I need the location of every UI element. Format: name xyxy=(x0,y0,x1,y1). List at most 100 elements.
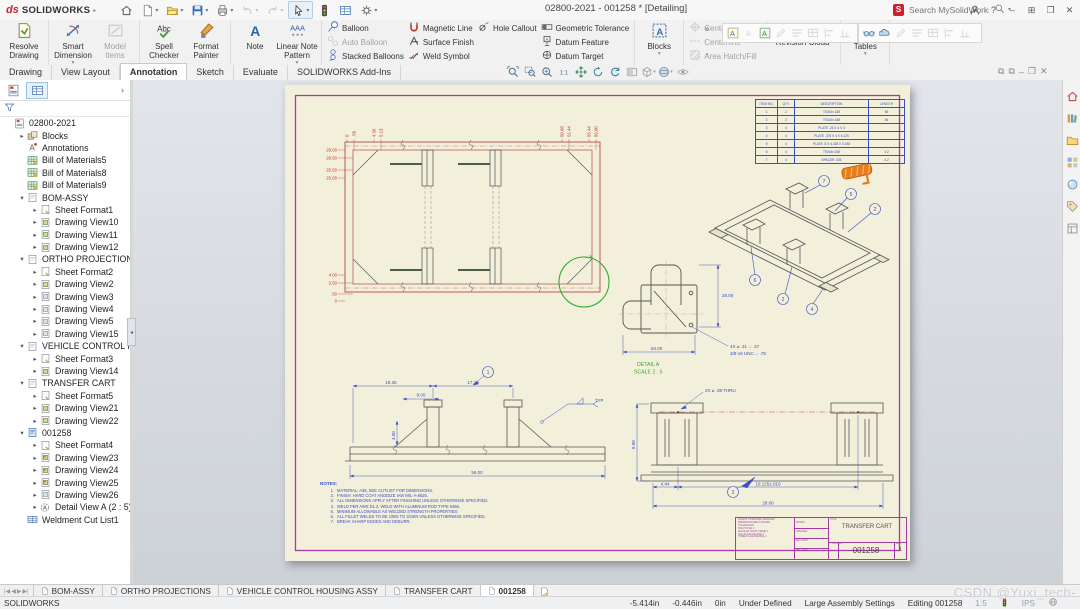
tree-item[interactable]: ▸ Drawing View14 xyxy=(0,365,130,377)
weld-symbol[interactable] xyxy=(541,398,598,423)
ribbon-button-linear-note[interactable]: AAA Linear NotePattern▾ xyxy=(276,21,318,67)
bom-row[interactable]: 12TS3x2x.18856 xyxy=(756,108,905,116)
status-assembly-mode[interactable]: Large Assembly Settings xyxy=(805,599,895,608)
tree-expander-icon[interactable]: ▸ xyxy=(30,280,40,288)
appearances-icon[interactable] xyxy=(1066,178,1079,191)
tree-item[interactable]: ▸ Blocks xyxy=(0,129,130,141)
minimize-button[interactable]: – xyxy=(1004,2,1021,18)
tree-item[interactable]: ▸ Drawing View21 xyxy=(0,402,130,414)
tree-expander-icon[interactable]: ▸ xyxy=(30,417,40,425)
home-button[interactable] xyxy=(117,2,136,18)
ribbon-button-format[interactable]: FormatPainter xyxy=(185,21,227,61)
panel-collapse-handle[interactable]: ◂ xyxy=(127,318,136,346)
zoom-to-fit-icon[interactable] xyxy=(505,65,520,79)
tree-item[interactable]: Weldment Cut List1 xyxy=(0,514,130,526)
options-button[interactable]: ▾ xyxy=(357,2,380,18)
ribbon-collapse-icon[interactable]: ˆ xyxy=(706,53,709,62)
ribbon-button-magnetic-line[interactable]: Magnetic Line xyxy=(406,21,476,35)
select-tool-button[interactable]: ▾ xyxy=(288,1,313,19)
tree-expander-icon[interactable]: ▸ xyxy=(30,392,40,400)
tree-expander-icon[interactable]: ▾ xyxy=(17,342,27,350)
note-format-green-icon[interactable]: A xyxy=(757,26,772,41)
svg-text:1[interactable]: 1 xyxy=(487,370,490,376)
ribbon-more-icon[interactable]: » xyxy=(705,24,709,33)
tree-expander-icon[interactable]: ▸ xyxy=(30,454,40,462)
tree-filter[interactable] xyxy=(0,101,130,117)
tree-item[interactable]: ▾ TRANSFER CART xyxy=(0,377,130,389)
ribbon-button-note[interactable]: A Note xyxy=(234,21,276,52)
svg-text:TYP[interactable]: TYP xyxy=(595,398,603,403)
tree-expander-icon[interactable]: ▸ xyxy=(30,441,40,449)
tree-item[interactable]: ▸ A Detail View A (2 : 5) xyxy=(0,501,130,513)
tree-item[interactable]: ▸ Drawing View15 xyxy=(0,328,130,340)
tab-evaluate[interactable]: Evaluate xyxy=(234,65,288,80)
tree-expander-icon[interactable]: ▸ xyxy=(30,305,40,313)
ribbon-button-area-hatch-fill[interactable]: Area Hatch/Fill xyxy=(687,49,758,63)
ribbon-button-blocks[interactable]: A Blocks▾ xyxy=(638,21,680,58)
ribbon-button-hole-callout[interactable]: Hole Callout xyxy=(476,21,539,35)
tree-expander-icon[interactable]: ▾ xyxy=(17,379,27,387)
tree-item[interactable]: A Annotations xyxy=(0,142,130,154)
mini-icon[interactable] xyxy=(925,26,940,41)
file-explorer-icon[interactable] xyxy=(1066,134,1079,147)
open-button[interactable]: ▾ xyxy=(163,2,186,18)
tree-expander-icon[interactable]: ▸ xyxy=(30,330,40,338)
display-style-icon[interactable]: ▾ xyxy=(658,65,673,79)
tree-item[interactable]: ▸ Drawing View26 xyxy=(0,489,130,501)
tab-annotation[interactable]: Annotation xyxy=(120,63,188,80)
tab-solidworks-add-ins[interactable]: SOLIDWORKS Add-Ins xyxy=(288,65,401,80)
help-icon[interactable]: ? xyxy=(985,2,1002,18)
tree-expander-icon[interactable]: ▸ xyxy=(30,491,40,499)
tree-expander-icon[interactable]: ▸ xyxy=(30,317,40,325)
tree-expander-icon[interactable]: ▾ xyxy=(17,429,27,437)
doc-minimize-button[interactable]: – xyxy=(1019,67,1024,77)
first-sheet-icon[interactable]: |◀ xyxy=(4,588,10,595)
tab-sketch[interactable]: Sketch xyxy=(187,65,234,80)
tree-item[interactable]: ▸ Drawing View4 xyxy=(0,303,130,315)
tree-expander-icon[interactable]: ▸ xyxy=(17,132,27,140)
bom-row[interactable]: 34PLATE .25 X 4 X 3 xyxy=(756,124,905,132)
zoom-in-out-icon[interactable] xyxy=(539,65,554,79)
mini-icon[interactable] xyxy=(773,26,788,41)
ribbon-button-stacked-balloons[interactable]: Stacked Balloons xyxy=(325,49,406,63)
ribbon-button-model[interactable]: ModelItems xyxy=(94,21,136,61)
ribbon-button-resolve[interactable]: ResolveDrawing xyxy=(3,21,45,61)
spell-glasses-icon[interactable] xyxy=(861,26,876,41)
pane-properties-icon[interactable] xyxy=(1066,222,1079,235)
tree-item[interactable]: Bill of Materials9 xyxy=(0,179,130,191)
tree-expander-icon[interactable]: ▸ xyxy=(30,367,40,375)
doc-icon[interactable]: ⧉ xyxy=(998,66,1004,77)
file-properties-button[interactable] xyxy=(336,2,355,18)
redraw-icon[interactable] xyxy=(607,65,622,79)
print-button[interactable]: ▾ xyxy=(213,2,236,18)
doc-close-button[interactable]: ✕ xyxy=(1040,66,1048,77)
tree-expander-icon[interactable]: ▸ xyxy=(30,466,40,474)
bom-table[interactable]: ITEM NO.QTY.DESCRIPTIONLENGTH12TS3x2x.18… xyxy=(755,99,905,164)
rotate-view-icon[interactable] xyxy=(590,65,605,79)
bom-row[interactable]: 74SPACER .0354.2 xyxy=(756,156,905,164)
bom-row[interactable]: 22TS3x2x.18884 xyxy=(756,116,905,124)
side-view[interactable]: 2X ⌀ .38 THRU 8.88 4.44 19.125±.010 28.0… xyxy=(631,388,893,509)
tree-item[interactable]: ▸ Drawing View5 xyxy=(0,315,130,327)
tree-item[interactable]: ▸ Sheet Format1 xyxy=(0,204,130,216)
tree-item[interactable]: ▸ Sheet Format3 xyxy=(0,352,130,364)
tree-item[interactable]: ▾ BOM-ASSY xyxy=(0,191,130,203)
feature-tree-tab[interactable] xyxy=(2,82,24,99)
tree-item[interactable]: ▸ Drawing View22 xyxy=(0,414,130,426)
detail-circle-a[interactable] xyxy=(559,257,609,307)
tree-expander-icon[interactable]: ▸ xyxy=(30,231,40,239)
tree-item[interactable]: ▸ Sheet Format4 xyxy=(0,439,130,451)
ribbon-button-geometric-tolerance[interactable]: Geometric Tolerance xyxy=(539,21,632,35)
tree-expander-icon[interactable]: ▾ xyxy=(17,194,27,202)
tree-item[interactable]: ▸ Drawing View12 xyxy=(0,241,130,253)
tree-item[interactable]: ▸ Drawing View24 xyxy=(0,464,130,476)
sheet-tab[interactable] xyxy=(26,82,48,99)
mini-icon[interactable] xyxy=(821,26,836,41)
mini-icon[interactable] xyxy=(789,26,804,41)
tree-item[interactable]: ▸ Sheet Format5 xyxy=(0,390,130,402)
zoom-to-area-icon[interactable] xyxy=(522,65,537,79)
tab-drawing[interactable]: Drawing xyxy=(0,65,52,80)
ribbon-button-smart[interactable]: SmartDimension▾ xyxy=(52,21,94,67)
menu-expand-icon[interactable]: ▸ xyxy=(93,7,96,14)
view-palette-icon[interactable] xyxy=(1066,156,1079,169)
